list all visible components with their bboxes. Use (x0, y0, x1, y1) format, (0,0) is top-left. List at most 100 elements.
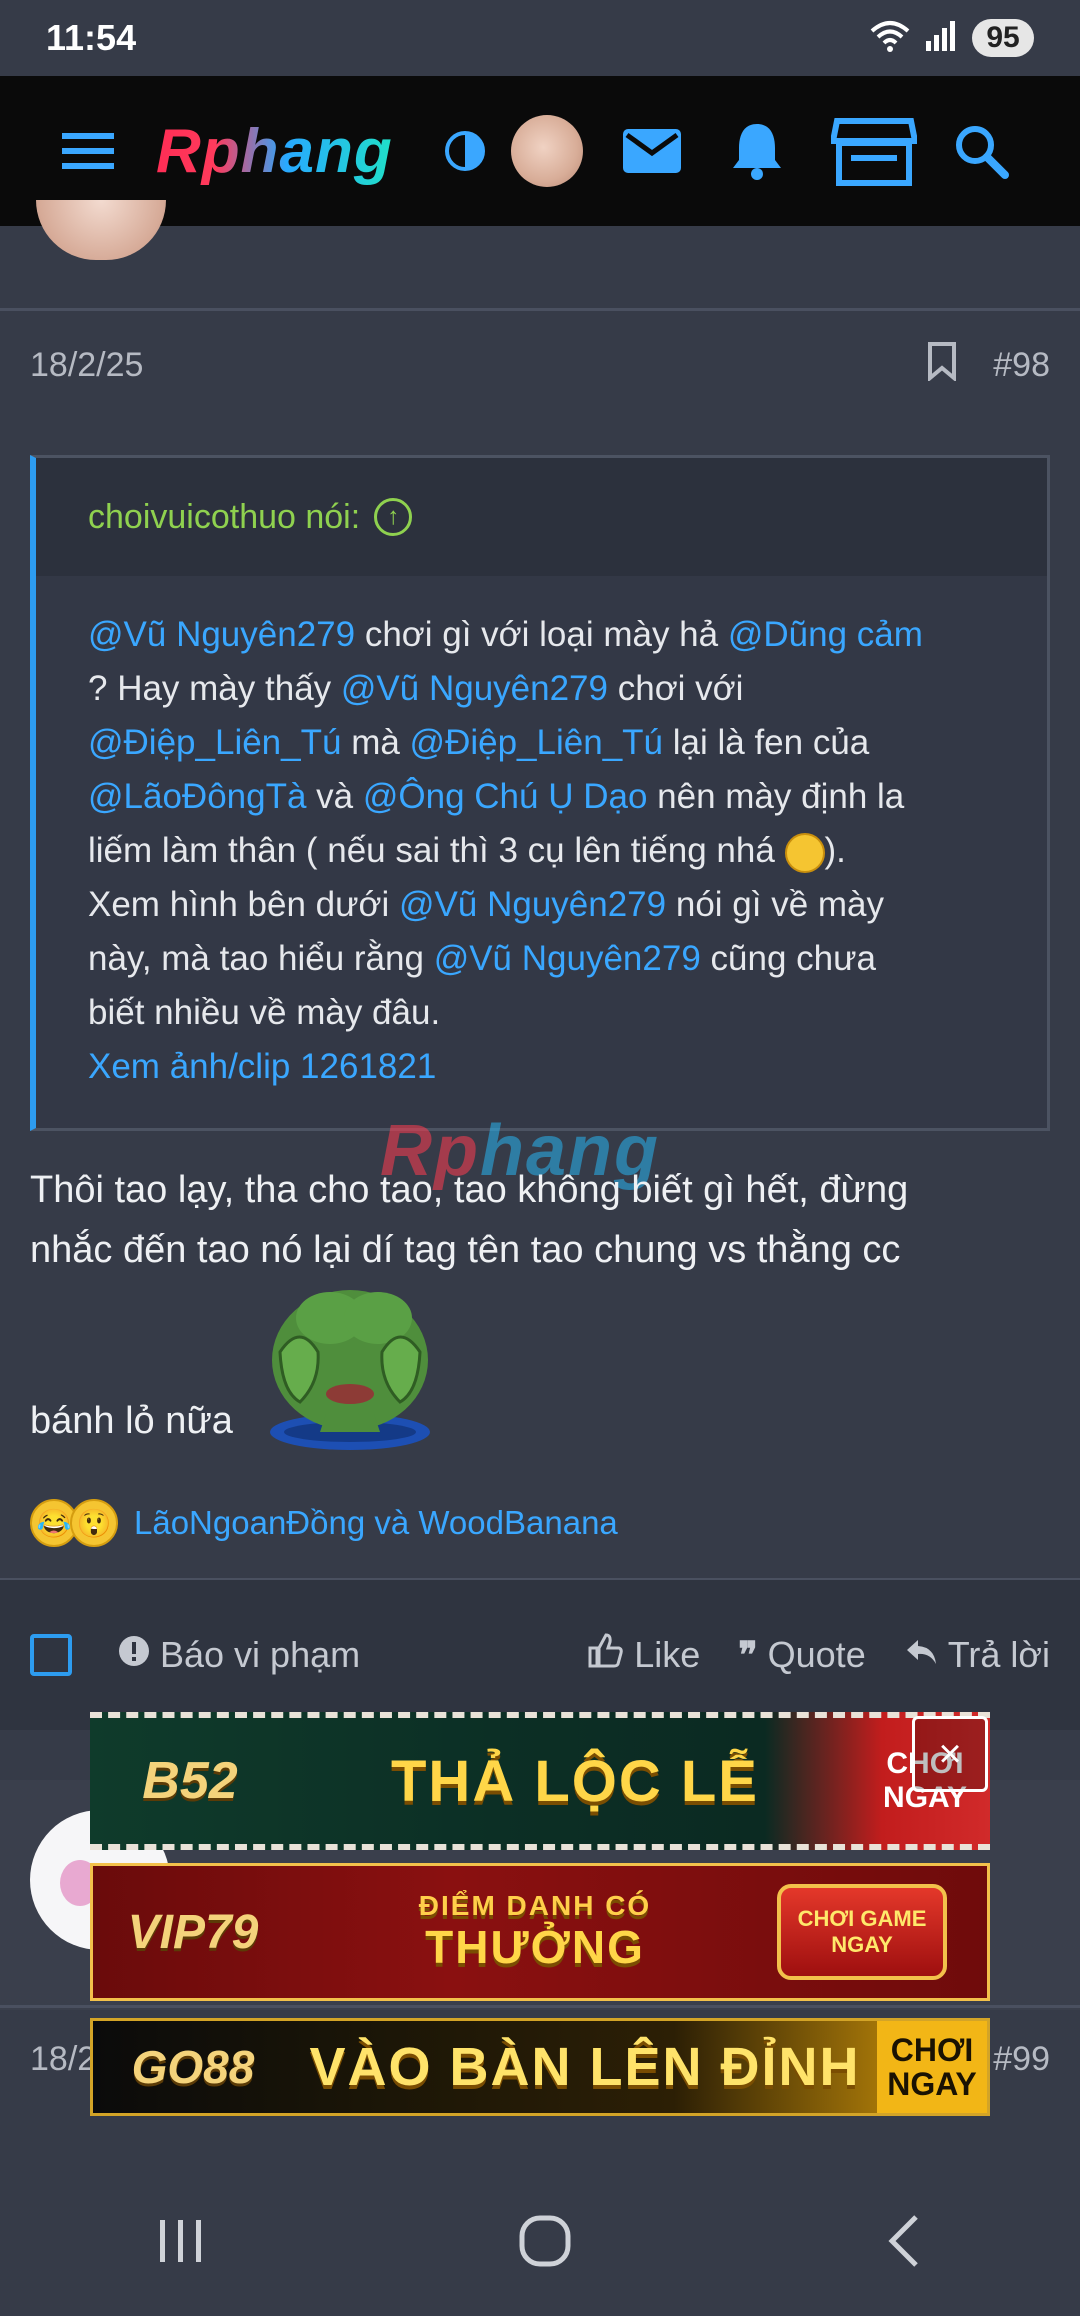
ad-cta-line: CHƠI GAME (797, 1906, 927, 1931)
quote-text: liếm làm thân ( nếu sai thì 3 cụ lên tiế… (88, 831, 785, 870)
quote-text: biết nhiều về mày đâu. (88, 993, 441, 1032)
mention-link[interactable]: @Vũ Nguyên279 (341, 669, 608, 708)
quote-text: và (306, 777, 363, 816)
quote-block: choivuicothuo nói: ↑ @Vũ Nguyên279 chơi … (30, 455, 1050, 1131)
ad-title: THƯỞNG (425, 1921, 645, 1973)
ad-title: VÀO BÀN LÊN ĐỈNH (309, 2037, 861, 2097)
signal-icon (924, 19, 958, 58)
select-post-checkbox[interactable] (30, 1634, 72, 1676)
post-number[interactable]: #98 (993, 346, 1050, 385)
like-button[interactable]: Like (586, 1632, 700, 1679)
quote-header[interactable]: choivuicothuo nói: ↑ (36, 458, 1047, 576)
quote-text: mà (341, 723, 410, 762)
site-logo[interactable]: Rphang (156, 116, 393, 187)
ad-brand: VIP79 (127, 1905, 259, 1959)
ad-title-group: ĐIỂM DANH CÓ THƯỞNG (293, 1891, 777, 1974)
mail-icon[interactable] (621, 127, 683, 175)
divider (0, 2005, 1080, 2008)
divider (0, 308, 1080, 311)
mention-link[interactable]: @Điệp_Liên_Tú (410, 723, 663, 762)
ad-banner-vip79[interactable]: VIP79 ĐIỂM DANH CÓ THƯỞNG CHƠI GAME NGAY (90, 1863, 990, 2001)
quote-body: @Vũ Nguyên279 chơi gì với loại mày hả @D… (36, 576, 1047, 1094)
quote-line: biết nhiều về mày đâu. (88, 986, 1007, 1040)
surprised-emoji-icon: 😲 (70, 1499, 118, 1547)
quote-line: Xem hình bên dưới @Vũ Nguyên279 nói gì v… (88, 878, 1007, 932)
quote-line: ? Hay mày thấy @Vũ Nguyên279 chơi với (88, 662, 1007, 716)
quote-line: @Vũ Nguyên279 chơi gì với loại mày hả @D… (88, 608, 1007, 662)
mention-link[interactable]: @Vũ Nguyên279 (399, 885, 666, 924)
reactions-bar[interactable]: 😂 😲 LãoNgoanĐồng và WoodBanana (30, 1495, 618, 1551)
store-icon[interactable] (830, 115, 917, 187)
quote-text: nên mày định la (647, 777, 905, 816)
previous-post-avatar (36, 200, 166, 260)
reaction-users[interactable]: LãoNgoanĐồng và WoodBanana (134, 1504, 618, 1542)
ad-cta-line: NGAY (831, 1932, 893, 1957)
post-action-bar: Báo vi phạm Like ❞ Quote Trả lời (0, 1580, 1080, 1730)
alert-icon (118, 1634, 150, 1676)
quote-text: ). (824, 831, 846, 870)
theme-toggle-icon[interactable] (443, 129, 487, 173)
quote-button[interactable]: ❞ Quote (738, 1634, 865, 1676)
grimace-emoji-icon (784, 832, 825, 873)
back-icon[interactable] (884, 2213, 924, 2274)
wifi-icon (870, 19, 910, 58)
quote-text: ? Hay mày thấy (88, 669, 341, 708)
report-label: Báo vi phạm (160, 1634, 361, 1675)
post-meta: 18/2/25 #98 (30, 340, 1050, 390)
quote-text: chơi với (608, 669, 744, 708)
quote-author[interactable]: choivuicothuo nói: (88, 498, 360, 537)
quote-label: Quote (767, 1634, 866, 1675)
quote-line: Xem ảnh/clip 1261821 (88, 1040, 1007, 1094)
status-time: 11:54 (46, 17, 137, 58)
mention-link[interactable]: @Ông Chú Ụ Dạo (363, 777, 648, 816)
quote-text: nói gì về mày (666, 885, 885, 924)
reply-button[interactable]: Trả lời (904, 1634, 1050, 1676)
quote-line: @LãoĐôngTà và @Ông Chú Ụ Dạo nên mày địn… (88, 770, 1007, 824)
report-button[interactable]: Báo vi phạm (118, 1634, 360, 1676)
bell-icon[interactable] (729, 120, 785, 182)
recent-apps-icon[interactable] (156, 2216, 206, 2271)
ad-cta[interactable]: CHƠI NGAY (877, 2021, 987, 2113)
ad-brand: GO88 (131, 2041, 255, 2093)
next-post-number[interactable]: #99 (993, 2040, 1050, 2079)
quote-text: cũng chưa (700, 939, 877, 978)
ad-banner-b52[interactable]: B52 THẢ LỘC LỄ CHƠI NGAY (90, 1712, 990, 1850)
ad-brand: B52 (142, 1752, 238, 1810)
mention-link[interactable]: @Điệp_Liên_Tú (88, 723, 341, 762)
post-date[interactable]: 18/2/25 (30, 346, 143, 385)
quote-line: liếm làm thân ( nếu sai thì 3 cụ lên tiế… (88, 824, 1007, 878)
post-text-line: nhắc đến tao nó lại dí tag tên tao chung… (30, 1229, 901, 1271)
mention-link[interactable]: @Dũng cảm (728, 615, 923, 654)
like-label: Like (634, 1634, 701, 1675)
jump-to-quote-icon[interactable]: ↑ (374, 498, 413, 536)
media-link[interactable]: Xem ảnh/clip 1261821 (88, 1047, 436, 1086)
quote-line: @Điệp_Liên_Tú mà @Điệp_Liên_Tú lại là fe… (88, 716, 1007, 770)
post-content: Thôi tao lạy, tha cho tao, tao không biế… (30, 1160, 1050, 1280)
pepe-facepalm-sticker[interactable] (260, 1282, 440, 1452)
reply-arrow-icon (904, 1634, 938, 1676)
user-avatar[interactable] (510, 115, 583, 187)
next-post-date[interactable]: 18/2 (30, 2040, 96, 2079)
close-ad-icon[interactable]: × (912, 1716, 988, 1792)
post-text-line: Thôi tao lạy, tha cho tao, tao không biế… (30, 1169, 909, 1211)
bookmark-icon[interactable] (927, 341, 957, 390)
search-icon[interactable] (953, 123, 1009, 179)
ad-banner-go88[interactable]: GO88 VÀO BÀN LÊN ĐỈNH CHƠI NGAY (90, 2018, 990, 2116)
mention-link[interactable]: @LãoĐôngTà (88, 777, 306, 816)
quote-text: Xem hình bên dưới (88, 885, 400, 924)
ad-cta-line: NGAY (887, 2066, 977, 2102)
quote-icon: ❞ (738, 1634, 758, 1675)
quote-line: này, mà tao hiểu rằng @Vũ Nguyên279 cũng… (88, 932, 1007, 986)
thumbs-up-icon (586, 1632, 624, 1679)
menu-icon[interactable] (60, 129, 116, 173)
battery-indicator: 95 (972, 19, 1034, 57)
quote-text: lại là fen của (663, 723, 870, 762)
ad-cta-line: CHƠI (890, 2032, 974, 2068)
mention-link[interactable]: @Vũ Nguyên279 (434, 939, 701, 978)
mention-link[interactable]: @Vũ Nguyên279 (88, 615, 355, 654)
system-nav-bar (0, 2170, 1080, 2316)
home-icon[interactable] (517, 2213, 573, 2274)
ad-cta[interactable]: CHƠI GAME NGAY (777, 1884, 947, 1980)
quote-text: này, mà tao hiểu rằng (88, 939, 434, 978)
post-text-line: bánh lỏ nữa (30, 1400, 233, 1442)
